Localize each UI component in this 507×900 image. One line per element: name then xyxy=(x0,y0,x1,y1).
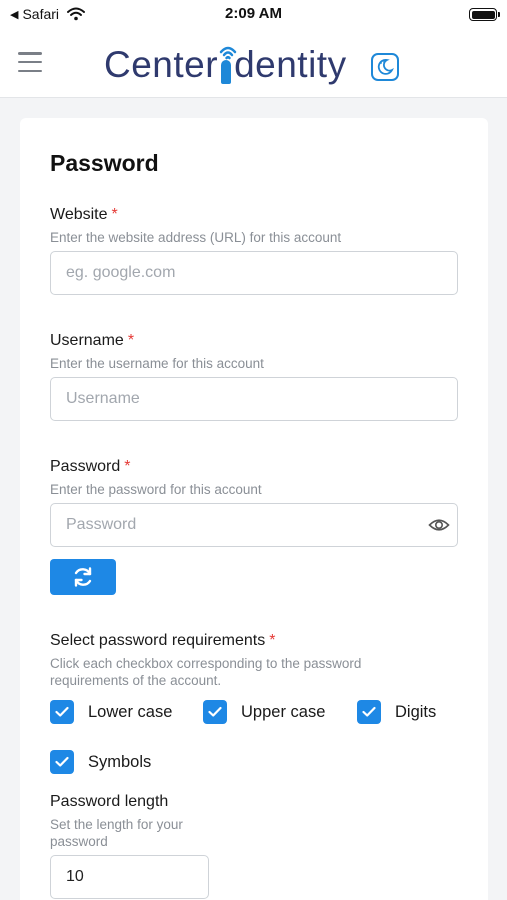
requirements-help-line1: Click each checkbox corresponding to the… xyxy=(50,656,362,671)
website-label-text: Website xyxy=(50,206,108,223)
required-mark: * xyxy=(269,632,276,649)
app-logo: Center dentity xyxy=(104,42,347,88)
checkbox-label: Symbols xyxy=(88,752,152,771)
required-mark: * xyxy=(111,206,118,223)
password-input[interactable] xyxy=(50,503,458,547)
checkmark-icon xyxy=(203,700,227,724)
logo-text-left: Center xyxy=(104,44,219,85)
requirements-label-text: Select password requirements xyxy=(50,632,266,649)
checkbox-label: Lower case xyxy=(88,702,173,721)
checkmark-icon xyxy=(357,700,381,724)
username-input[interactable] xyxy=(50,377,458,421)
length-help-line1: Set the length for your xyxy=(50,817,183,832)
checkbox-label: Digits xyxy=(395,702,437,721)
password-help: Enter the password for this account xyxy=(50,482,262,497)
required-mark: * xyxy=(124,458,131,475)
regenerate-password-button[interactable] xyxy=(50,559,116,595)
username-label: Username * xyxy=(50,332,134,350)
logo-key-icon xyxy=(219,42,237,88)
required-mark: * xyxy=(127,332,135,349)
checkbox-digits[interactable]: Digits xyxy=(357,700,436,724)
length-help-line2: password xyxy=(50,834,108,849)
password-form-card: Password Website * Enter the website addr… xyxy=(20,118,488,900)
checkmark-icon xyxy=(50,700,74,724)
checkbox-label: Upper case xyxy=(241,702,326,721)
length-label: Password length xyxy=(50,793,169,810)
username-label-text: Username xyxy=(50,332,124,349)
website-label: Website * xyxy=(50,206,118,224)
username-help: Enter the username for this account xyxy=(50,356,264,371)
website-input[interactable] xyxy=(50,251,458,295)
moon-theme-icon xyxy=(377,59,394,75)
checkmark-icon xyxy=(50,750,74,774)
eye-icon[interactable] xyxy=(428,517,450,533)
refresh-icon xyxy=(74,567,92,587)
app-header: Center dentity xyxy=(0,30,507,98)
password-label: Password * xyxy=(50,458,130,476)
requirements-label: Select password requirements * xyxy=(50,632,275,650)
website-help: Enter the website address (URL) for this… xyxy=(50,230,342,245)
checkbox-upper-case[interactable]: Upper case xyxy=(203,700,325,724)
checkbox-symbols[interactable]: Symbols xyxy=(50,750,151,774)
requirements-help-line2: requirements of the account. xyxy=(50,673,222,688)
password-length-input[interactable] xyxy=(50,855,209,899)
logo-text-right: dentity xyxy=(234,44,347,85)
status-time: 2:09 AM xyxy=(225,5,282,22)
password-label-text: Password xyxy=(50,458,121,475)
theme-toggle-button[interactable] xyxy=(371,53,399,81)
form-title: Password xyxy=(50,150,159,176)
hamburger-icon[interactable] xyxy=(18,52,42,72)
status-bar: ◀ Safari 2:09 AM xyxy=(0,0,507,30)
checkbox-lower-case[interactable]: Lower case xyxy=(50,700,172,724)
battery-icon xyxy=(469,8,500,21)
